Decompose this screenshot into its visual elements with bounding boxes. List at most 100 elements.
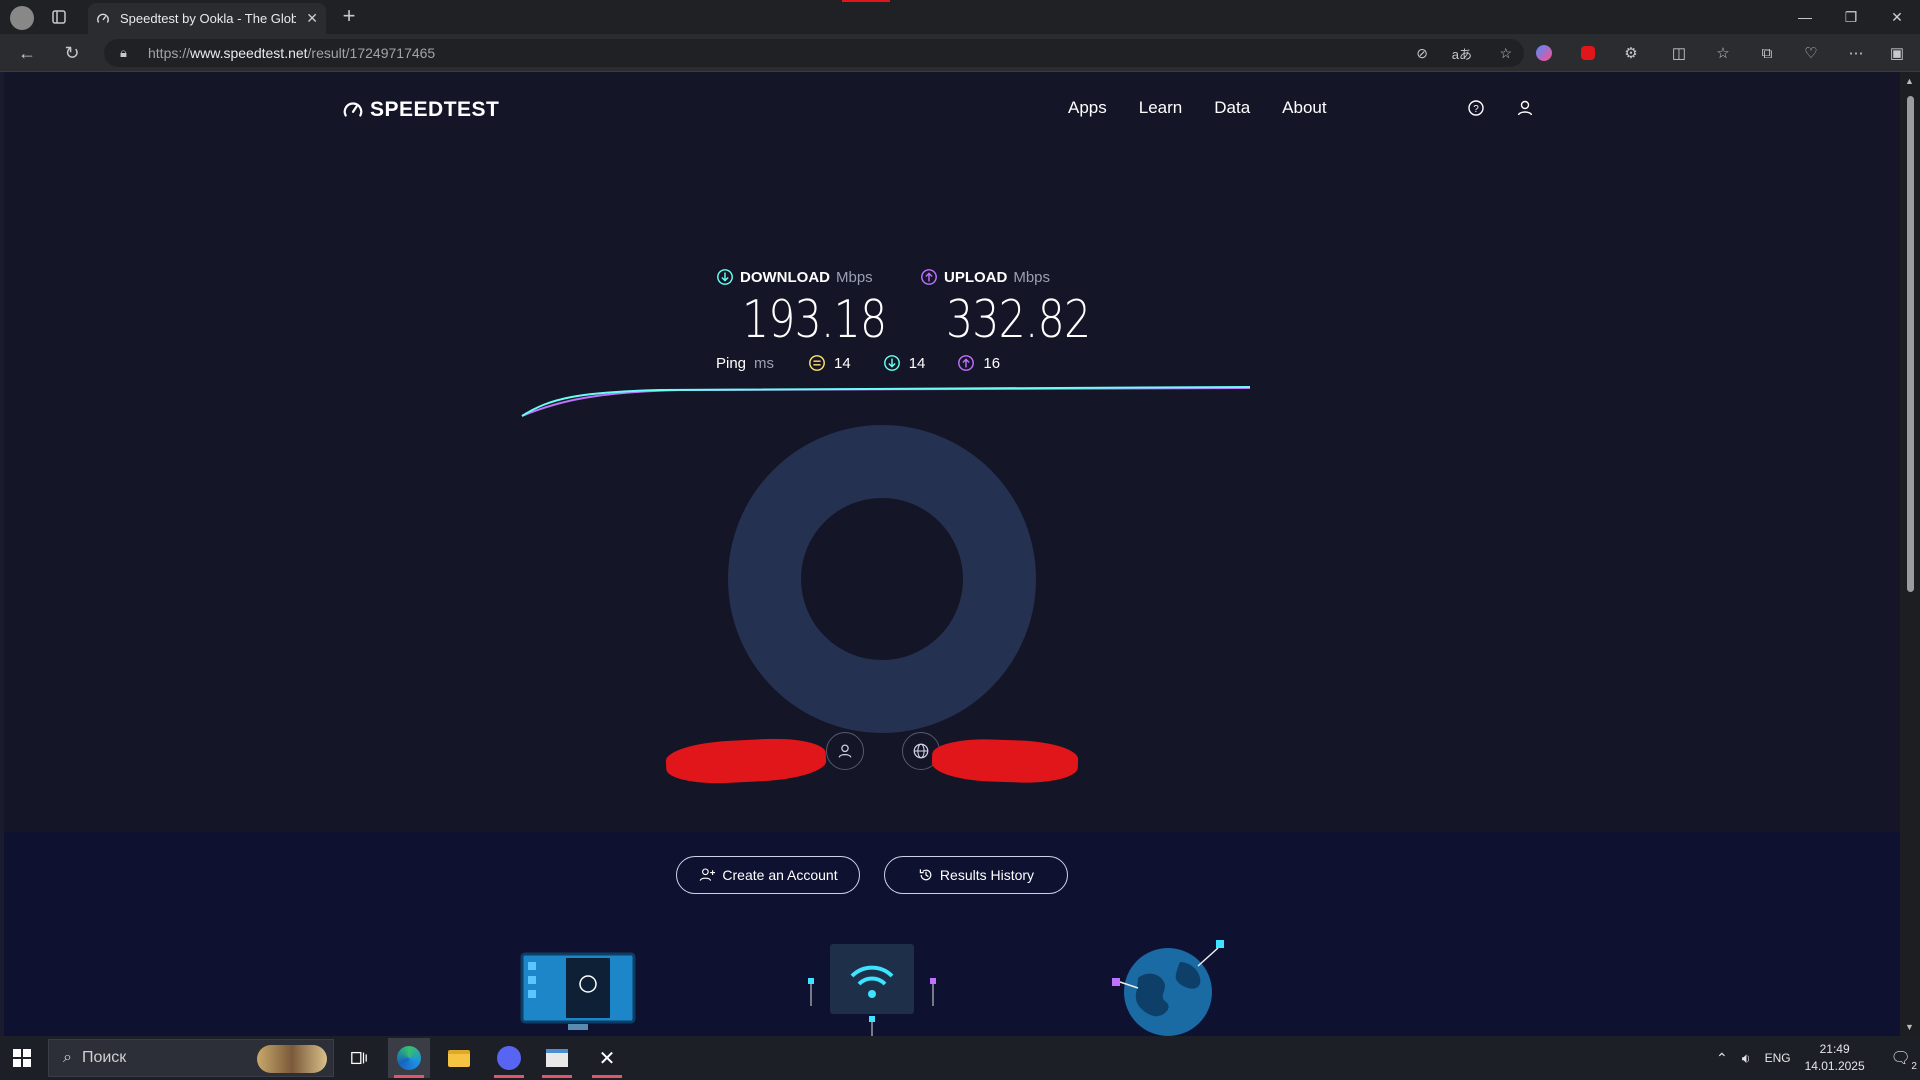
restore-icon[interactable]: ❐ — [1836, 6, 1866, 28]
ping-row: Ping ms 14 14 16 — [716, 354, 1000, 372]
language-indicator[interactable]: ENG — [1765, 1051, 1791, 1065]
notification-count-badge: 2 — [1911, 1061, 1917, 1072]
results-history-button[interactable]: Results History — [884, 856, 1068, 894]
favorite-star-icon[interactable]: ☆ — [1499, 45, 1512, 62]
create-account-button[interactable]: Create an Account — [676, 856, 860, 894]
extension-adblock-icon[interactable] — [1577, 42, 1599, 64]
profile-avatar-icon[interactable] — [10, 6, 34, 30]
nav-learn[interactable]: Learn — [1139, 98, 1182, 118]
desktop-app-illustration[interactable] — [518, 950, 638, 1036]
read-aloud-icon[interactable]: aあ — [1452, 44, 1472, 63]
nav-about[interactable]: About — [1282, 98, 1326, 118]
search-highlight-image — [257, 1045, 327, 1073]
url-path: /result/17249717465 — [307, 45, 436, 61]
redacted-isp — [665, 735, 827, 787]
download-unit: Mbps — [836, 268, 873, 286]
app-window-icon[interactable] — [536, 1038, 578, 1078]
create-account-label: Create an Account — [722, 867, 838, 883]
upload-value: 332.82 — [946, 290, 1091, 350]
favorites-icon[interactable]: ☆ — [1712, 42, 1734, 64]
sidebar-toggle-icon[interactable]: ▣ — [1886, 42, 1908, 64]
recording-indicator — [842, 0, 890, 2]
close-tab-icon[interactable]: ✕ — [306, 10, 318, 27]
speed-gauge-ring — [728, 425, 1036, 733]
clock-time: 21:49 — [1819, 1042, 1850, 1056]
split-screen-icon[interactable]: ◫ — [1668, 42, 1690, 64]
upload-label: UPLOAD — [944, 268, 1008, 286]
upload-arrow-icon — [921, 269, 937, 285]
upload-graph-line — [521, 387, 1251, 417]
speedometer-icon — [343, 102, 363, 117]
taskbar-search-box[interactable]: ⌕ Поиск — [48, 1039, 334, 1077]
download-label: DOWNLOAD — [740, 268, 830, 286]
clock[interactable]: 21:49 14.01.2025 — [1805, 1041, 1865, 1075]
collections-icon[interactable]: ⧉ — [1756, 42, 1778, 64]
url-field[interactable]: 🔒︎ https://www.speedtest.net/result/1724… — [104, 39, 1524, 67]
nav-apps[interactable]: Apps — [1068, 98, 1107, 118]
ping-upload-value: 16 — [983, 354, 1001, 372]
discord-icon[interactable] — [488, 1038, 530, 1078]
edge-browser-icon[interactable] — [388, 1038, 430, 1078]
history-icon — [919, 869, 932, 881]
ping-label: Ping — [716, 354, 747, 372]
ping-download: 14 — [883, 354, 925, 372]
minimize-icon[interactable]: — — [1790, 6, 1820, 28]
download-metric: DOWNLOAD Mbps 193.18 — [716, 268, 918, 350]
windows-start-icon[interactable] — [12, 1048, 32, 1068]
back-icon[interactable]: ← — [16, 42, 38, 64]
ping-idle: 14 — [808, 354, 851, 372]
nav-data[interactable]: Data — [1214, 98, 1250, 118]
browser-tab-bar: Speedtest by Ookla - The Global I ✕ + — … — [0, 0, 1920, 34]
globe-illustration[interactable] — [1108, 938, 1228, 1036]
lock-icon: 🔒︎ — [120, 45, 127, 60]
tab-title: Speedtest by Ookla - The Global I — [120, 11, 297, 26]
help-icon[interactable]: ? — [1466, 98, 1486, 118]
address-toolbar: ← ↻ 🔒︎ https://www.speedtest.net/result/… — [0, 34, 1920, 72]
refresh-icon[interactable]: ↻ — [61, 42, 83, 64]
redacted-server — [931, 737, 1079, 785]
wifi-router-illustration[interactable] — [800, 940, 940, 1036]
extensions-icon[interactable]: ⚙ — [1620, 42, 1642, 64]
idle-latency-icon — [809, 355, 825, 371]
copilot-icon[interactable] — [1533, 42, 1555, 64]
speedtest-page: SPEEDTEST Apps Learn Data About ? DOWNLO… — [4, 72, 1900, 1036]
task-view-icon[interactable] — [338, 1038, 380, 1078]
ping-unit: ms — [754, 354, 775, 372]
tray-overflow-chevron-icon[interactable]: ⌃ — [1716, 1050, 1728, 1067]
file-explorer-icon[interactable] — [438, 1038, 480, 1078]
download-label-row: DOWNLOAD Mbps — [716, 268, 918, 286]
notifications-icon[interactable]: 🗨︎ 2 — [1891, 1048, 1917, 1072]
scroll-down-icon[interactable]: ▼ — [1905, 1022, 1914, 1032]
volume-icon[interactable]: 🔉︎ — [1742, 1050, 1751, 1067]
new-tab-icon[interactable]: + — [338, 3, 360, 28]
scroll-up-icon[interactable]: ▲ — [1905, 76, 1914, 86]
scroll-thumb[interactable] — [1907, 96, 1914, 592]
results-history-label: Results History — [939, 867, 1035, 883]
svg-text:?: ? — [1473, 104, 1479, 115]
account-icon[interactable] — [1515, 98, 1535, 118]
ping-idle-value: 14 — [834, 354, 851, 372]
logo-text: SPEEDTEST — [370, 98, 500, 121]
isp-user-icon[interactable] — [826, 732, 864, 770]
close-window-icon[interactable]: ✕ — [1882, 6, 1912, 28]
url-host: www.speedtest.net — [190, 45, 308, 61]
url-prefix: https:// — [148, 45, 191, 61]
active-tab[interactable]: Speedtest by Ookla - The Global I ✕ — [88, 3, 326, 34]
speedtest-favicon-icon — [97, 13, 109, 23]
page-scrollbar[interactable]: ▲ ▼ — [1900, 72, 1920, 1036]
system-tray: ⌃ 🔉︎ ENG 21:49 14.01.2025 🗨︎ 2 — [1716, 1036, 1917, 1080]
search-icon: ⌕ — [63, 1049, 72, 1066]
ping-upload: 16 — [957, 354, 1000, 372]
tracking-prevention-icon[interactable]: ⊘ — [1416, 45, 1428, 62]
download-value: 193.18 — [742, 290, 887, 350]
download-arrow-icon — [717, 269, 733, 285]
more-menu-icon[interactable]: ⋯ — [1845, 42, 1867, 64]
taskbar-search-placeholder: Поиск — [81, 1049, 127, 1066]
capcut-icon[interactable]: ✕ — [586, 1038, 628, 1078]
speedtest-logo[interactable]: SPEEDTEST — [342, 98, 499, 122]
windows-taskbar: ⌕ Поиск ✕ ⌃ 🔉︎ ENG 21:49 14.01.2025 🗨︎ 2 — [0, 1036, 1920, 1080]
upload-latency-icon — [958, 355, 975, 371]
upload-metric: UPLOAD Mbps 332.82 — [920, 268, 1122, 350]
tab-actions-icon[interactable] — [48, 6, 70, 28]
browser-essentials-icon[interactable]: ♡ — [1800, 42, 1822, 64]
